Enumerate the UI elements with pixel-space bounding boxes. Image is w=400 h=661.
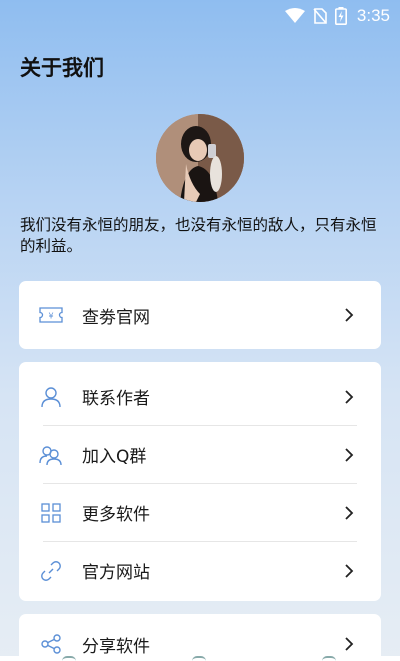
person-icon	[39, 385, 63, 409]
menu-card-3: 分享软件	[19, 614, 381, 661]
menu-item-label: 更多软件	[82, 505, 150, 525]
battery-charging-icon	[334, 7, 347, 25]
group-icon	[39, 443, 63, 467]
coupon-ticket-icon: ¥	[39, 303, 63, 327]
chevron-right-icon	[343, 307, 355, 323]
menu-item-official-website[interactable]: 官方网站	[19, 542, 381, 599]
nav-home-icon[interactable]	[62, 656, 76, 661]
bottom-navigation-bar	[0, 656, 400, 661]
status-time: 3:35	[356, 6, 390, 25]
menu-item-join-qq-group[interactable]: 加入Q群	[19, 426, 381, 483]
menu-item-share-app[interactable]: 分享软件	[19, 614, 381, 661]
menu-item-label: 查劵官网	[82, 307, 150, 328]
menu-item-more-apps[interactable]: 更多软件	[19, 484, 381, 541]
menu-card-1: ¥ 查劵官网	[19, 281, 381, 349]
menu-item-label: 联系作者	[82, 389, 150, 409]
menu-item-label: 分享软件	[82, 636, 150, 657]
avatar	[156, 114, 244, 202]
menu-item-label: 官方网站	[82, 563, 150, 583]
no-sim-icon	[313, 8, 327, 24]
menu-item-contact-author[interactable]: 联系作者	[19, 368, 381, 425]
menu-item-coupon-site[interactable]: ¥ 查劵官网	[19, 281, 381, 349]
status-bar: 3:35	[0, 0, 400, 32]
nav-category-icon[interactable]	[192, 656, 206, 661]
share-icon	[39, 632, 63, 656]
svg-text:¥: ¥	[48, 312, 53, 321]
page-title: 关于我们	[20, 56, 104, 80]
chevron-right-icon	[343, 636, 355, 652]
apps-grid-icon	[39, 501, 63, 525]
menu-item-label: 加入Q群	[82, 447, 147, 467]
chevron-right-icon	[343, 563, 355, 579]
menu-card-2: 联系作者 加入Q群 更多软件 官方网站	[19, 362, 381, 601]
chevron-right-icon	[343, 505, 355, 521]
nav-profile-icon[interactable]	[322, 656, 336, 661]
chevron-right-icon	[343, 389, 355, 405]
wifi-icon	[284, 8, 305, 24]
motto-text: 我们没有永恒的朋友，也没有永恒的敌人，只有永恒的利益。	[20, 216, 377, 255]
chevron-right-icon	[343, 447, 355, 463]
link-icon	[39, 559, 63, 583]
